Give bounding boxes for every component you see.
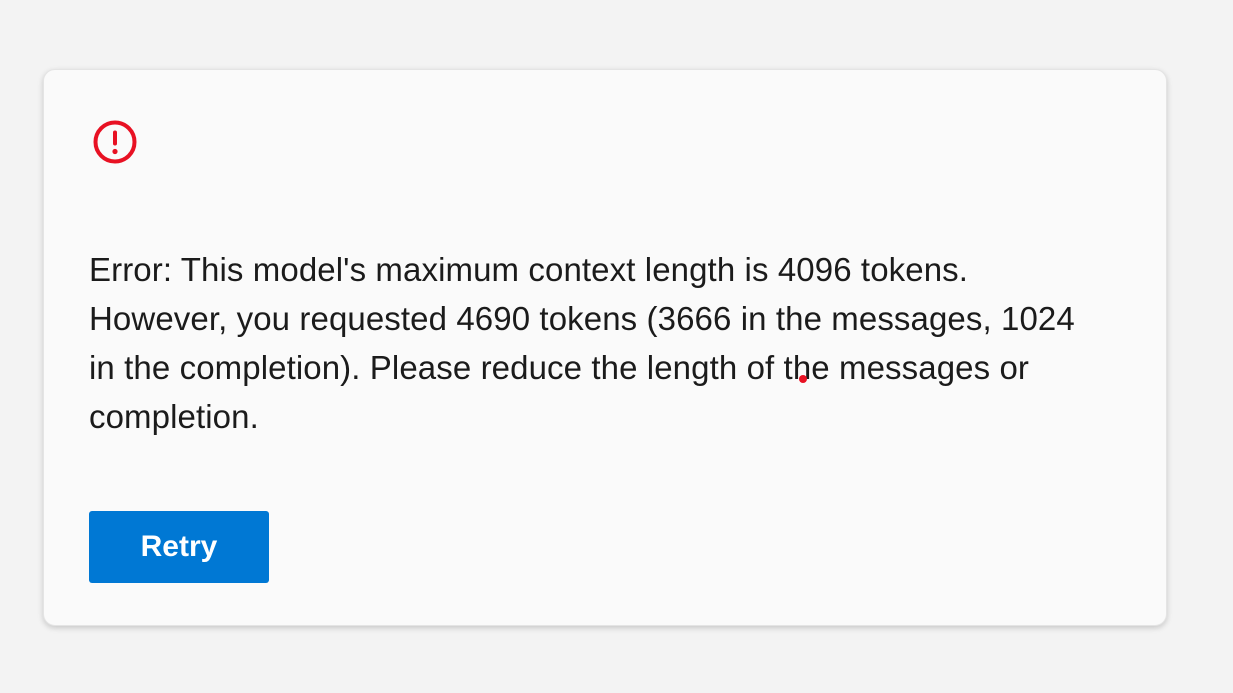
error-message: Error: This model's maximum context leng… [89, 251, 1075, 435]
retry-button[interactable]: Retry [89, 511, 269, 583]
cursor-indicator [799, 375, 807, 383]
error-icon [93, 120, 137, 164]
error-card: Error: This model's maximum context leng… [43, 69, 1167, 626]
